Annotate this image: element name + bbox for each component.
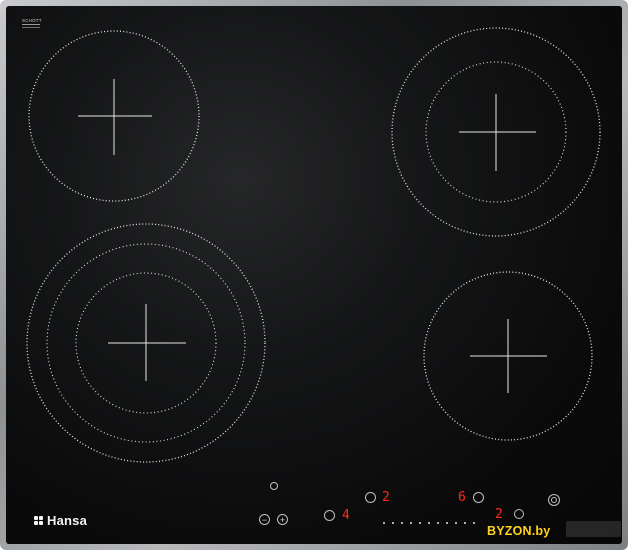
brand-name: Hansa — [47, 513, 88, 528]
top-left-cooking-zone — [28, 30, 200, 202]
bottom-left-triple-cooking-zone — [26, 223, 266, 463]
left-zone-select-icon[interactable] — [324, 510, 335, 521]
middle-zone-level-display: 2 — [382, 490, 390, 505]
bottom-right-cooking-zone — [423, 271, 593, 441]
left-zone-level-display: 4 — [342, 508, 350, 523]
right-zone-select-icon[interactable] — [473, 492, 484, 503]
top-right-dual-cooking-zone — [391, 27, 601, 237]
ceramic-glass-surface: SCHOTT Hansa − + 4 2 6 2 BYZON.by — [6, 6, 622, 544]
timer-touch-icon[interactable] — [514, 509, 524, 519]
cooktop-frame: SCHOTT Hansa − + 4 2 6 2 BYZON.by — [0, 0, 628, 550]
schott-ceran-logo: SCHOTT — [22, 18, 42, 30]
cooking-zones-graphic — [26, 27, 601, 463]
right-zone-level-display: 6 — [458, 490, 466, 505]
brand-dots-icon — [34, 516, 43, 525]
middle-zone-select-icon[interactable] — [365, 492, 376, 503]
minus-touch-button[interactable]: − — [259, 514, 270, 525]
lock-touch-icon[interactable] — [270, 482, 278, 490]
watermark-text: BYZON.by — [487, 524, 551, 538]
brand-logo: Hansa — [34, 513, 87, 528]
plus-touch-button[interactable]: + — [277, 514, 288, 525]
power-button-icon[interactable] — [548, 494, 560, 506]
watermark-backdrop — [566, 521, 621, 537]
timer-display: 2 — [495, 507, 503, 522]
